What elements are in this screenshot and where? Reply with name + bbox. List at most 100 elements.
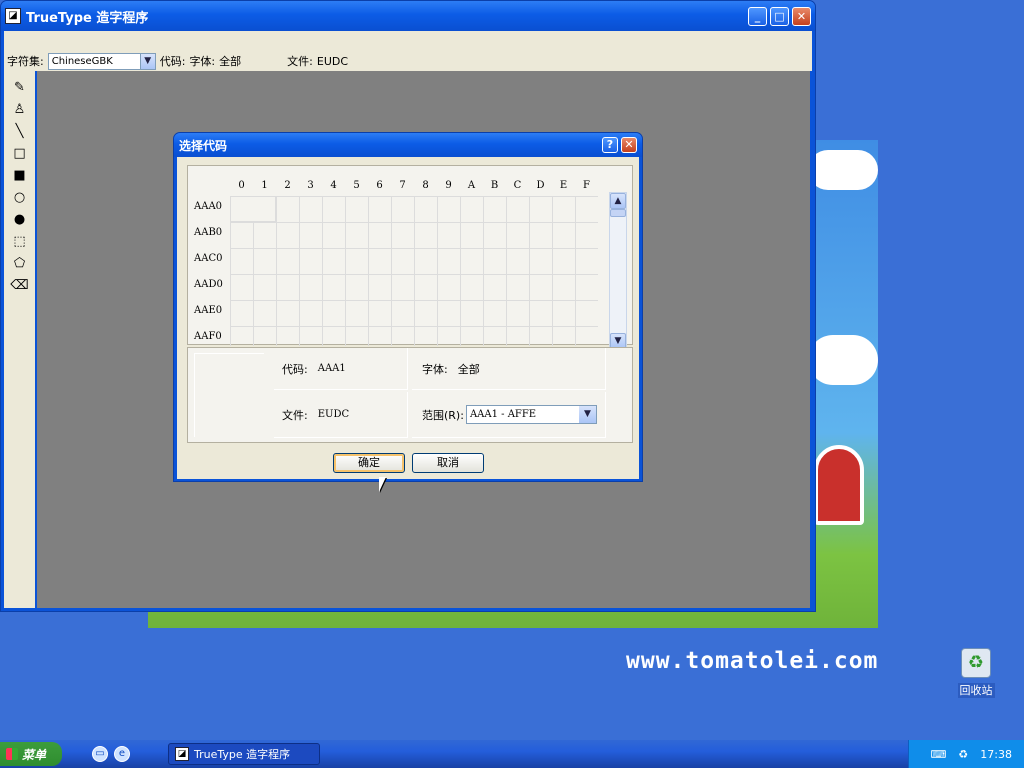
select-code-dialog: 选择代码 ? ✕ 0 1 2 3 4 5 6 7 8 9 A B C D E F AAA0 AAB0 AAC0 AA… bbox=[173, 132, 643, 482]
toolbar: 字符集: ChineseGBK ▼ 代码: 字体: 全部 文件: EUDC bbox=[4, 51, 812, 71]
column-header: 8 bbox=[422, 180, 429, 191]
column-header: 3 bbox=[307, 180, 314, 191]
font-info: 字体: 全部 bbox=[412, 348, 606, 390]
code-info: 代码: AAA1 bbox=[274, 348, 408, 390]
main-window-title: TrueType 造字程序 bbox=[26, 10, 149, 26]
dialog-body: 0 1 2 3 4 5 6 7 8 9 A B C D E F AAA0 AAB0 AAC0 AAD0 AAE0 AAF… bbox=[177, 157, 639, 479]
column-header: 1 bbox=[261, 180, 268, 191]
wallpaper-cloud bbox=[808, 335, 878, 385]
row-label: AAE0 bbox=[194, 305, 223, 316]
column-header: 5 bbox=[353, 180, 360, 191]
dialog-file-label: 文件: bbox=[282, 408, 308, 422]
code-info-panel: 代码: AAA1 字体: 全部 文件: EUDC 范围(R): AAA1 - A… bbox=[187, 347, 633, 443]
app-icon: ◪ bbox=[175, 747, 189, 761]
start-label: 菜单 bbox=[22, 747, 47, 762]
eraser-icon[interactable]: ⌫ bbox=[9, 275, 31, 297]
main-window-titlebar[interactable]: ◪ TrueType 造字程序 _ □ ✕ bbox=[1, 1, 815, 31]
rect-filled-icon[interactable]: ■ bbox=[9, 165, 31, 187]
drawing-toolbox: ✎ ♙ ╲ □ ■ ○ ● ⬚ ⬠ ⌫ bbox=[4, 71, 35, 608]
glyph-preview bbox=[194, 353, 264, 437]
column-header: B bbox=[490, 180, 499, 191]
maximize-button[interactable]: □ bbox=[770, 6, 789, 26]
selected-cell[interactable] bbox=[230, 196, 276, 222]
recycle-bin-label: 回收站 bbox=[957, 683, 995, 698]
recycle-bin[interactable]: ♻ 回收站 bbox=[952, 648, 1000, 698]
dialog-code-label: 代码: bbox=[282, 362, 308, 376]
charset-label: 字符集: bbox=[7, 55, 44, 68]
dialog-title: 选择代码 bbox=[179, 138, 228, 153]
column-header: 6 bbox=[376, 180, 383, 191]
column-header: 0 bbox=[238, 180, 245, 191]
file-info: 文件: EUDC bbox=[274, 392, 408, 438]
mouse-cursor-icon bbox=[379, 477, 391, 492]
row-label: AAF0 bbox=[194, 331, 222, 342]
line-icon[interactable]: ╲ bbox=[9, 121, 31, 143]
pencil-icon[interactable]: ✎ bbox=[9, 77, 31, 99]
rect-select-icon[interactable]: ⬚ bbox=[9, 231, 31, 253]
minimize-button[interactable]: _ bbox=[748, 6, 767, 26]
dialog-close-button[interactable]: ✕ bbox=[621, 137, 637, 153]
freeform-select-icon[interactable]: ⬠ bbox=[9, 253, 31, 275]
windows-logo-icon bbox=[6, 748, 18, 760]
range-select[interactable]: AAA1 - AFFE ▼ bbox=[465, 405, 597, 424]
charset-select[interactable]: ChineseGBK ▼ bbox=[47, 52, 156, 70]
desktop-watermark: www.tomatolei.com bbox=[626, 648, 879, 674]
column-header: 4 bbox=[330, 180, 337, 191]
column-header: E bbox=[559, 180, 568, 191]
row-label: AAB0 bbox=[194, 227, 223, 238]
scroll-thumb[interactable] bbox=[610, 209, 626, 217]
code-grid-panel: 0 1 2 3 4 5 6 7 8 9 A B C D E F AAA0 AAB0 AAC0 AAD0 AAE0 AAF… bbox=[187, 165, 633, 350]
ellipse-filled-icon[interactable]: ● bbox=[9, 209, 31, 231]
code-grid[interactable] bbox=[230, 196, 598, 346]
taskbar-item-truetype[interactable]: ◪ TrueType 造字程序 bbox=[168, 743, 320, 765]
scroll-up-icon[interactable]: ▲ bbox=[610, 193, 626, 209]
menu-bar bbox=[4, 31, 812, 51]
row-label: AAA0 bbox=[194, 201, 223, 212]
keyboard-icon[interactable]: ⌨ bbox=[931, 748, 947, 761]
column-header: A bbox=[467, 180, 476, 191]
ok-button[interactable]: 确定 bbox=[333, 453, 405, 473]
rect-outline-icon[interactable]: □ bbox=[9, 143, 31, 165]
dialog-code-value: AAA1 bbox=[317, 363, 346, 374]
font-label: 字体: bbox=[189, 55, 216, 68]
range-label: 范围(R): bbox=[422, 408, 464, 422]
ellipse-outline-icon[interactable]: ○ bbox=[9, 187, 31, 209]
close-button[interactable]: ✕ bbox=[792, 6, 811, 26]
system-tray: ⌨ ♻ 17:38 bbox=[908, 740, 1024, 768]
wallpaper-mailbox bbox=[814, 445, 864, 525]
row-label: AAD0 bbox=[194, 279, 223, 290]
cancel-button[interactable]: 取消 bbox=[412, 453, 484, 473]
help-button[interactable]: ? bbox=[602, 137, 618, 153]
file-label: 文件: bbox=[287, 55, 313, 68]
font-value: 全部 bbox=[219, 55, 242, 68]
column-header: 2 bbox=[284, 180, 291, 191]
dialog-titlebar[interactable]: 选择代码 ? ✕ bbox=[174, 133, 642, 157]
taskbar-item-label: TrueType 造字程序 bbox=[194, 748, 291, 761]
recycle-bin-icon: ♻ bbox=[961, 648, 991, 678]
file-value: EUDC bbox=[316, 54, 349, 68]
quick-launch: ▭ e bbox=[92, 746, 130, 762]
chevron-down-icon[interactable]: ▼ bbox=[139, 53, 155, 69]
clock: 17:38 bbox=[980, 747, 1012, 761]
range-info: 范围(R): AAA1 - AFFE ▼ bbox=[412, 392, 606, 438]
column-header: C bbox=[513, 180, 522, 191]
chevron-down-icon[interactable]: ▼ bbox=[578, 406, 596, 423]
internet-explorer-icon[interactable]: e bbox=[114, 746, 130, 762]
row-label: AAC0 bbox=[194, 253, 223, 264]
column-header: F bbox=[583, 180, 590, 191]
brush-icon[interactable]: ♙ bbox=[9, 99, 31, 121]
app-icon: ◪ bbox=[5, 8, 21, 24]
code-label: 代码: bbox=[159, 55, 186, 68]
dialog-file-value: EUDC bbox=[317, 409, 350, 420]
charset-value: ChineseGBK bbox=[51, 55, 113, 67]
network-icon[interactable]: ♻ bbox=[958, 748, 968, 761]
column-header: D bbox=[536, 180, 545, 191]
dialog-font-label: 字体: bbox=[422, 362, 448, 376]
wallpaper-cloud bbox=[808, 150, 878, 190]
start-button[interactable]: 菜单 bbox=[0, 742, 62, 766]
taskbar: 菜单 ▭ e ◪ TrueType 造字程序 ⌨ ♻ 17:38 bbox=[0, 740, 1024, 768]
dialog-font-value: 全部 bbox=[457, 362, 480, 376]
range-value: AAA1 - AFFE bbox=[469, 409, 537, 420]
show-desktop-icon[interactable]: ▭ bbox=[92, 746, 108, 762]
grid-scrollbar[interactable]: ▲ ▼ bbox=[609, 192, 627, 350]
